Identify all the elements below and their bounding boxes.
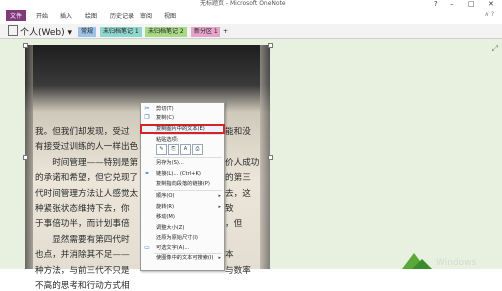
menu-item-label: 还原为原始尺寸(I) xyxy=(156,235,198,241)
menu-item[interactable]: ⚭ 链接(L)... (Ctrl+K) xyxy=(141,170,224,178)
menu-item[interactable]: 移动(M) xyxy=(141,213,224,221)
book-text-line: 的第三 xyxy=(225,173,251,184)
menu-item-label: 调整大小(Z) xyxy=(156,225,185,231)
section-tab-new-1[interactable]: 新分区 1 xyxy=(191,27,221,37)
menu-item-label: 复制(C) xyxy=(156,115,175,121)
menu-item-label: 顺序(O) xyxy=(156,193,175,199)
book-text-line: 能和没 xyxy=(225,127,251,137)
notebook-name: 个人(Web) xyxy=(20,28,65,38)
tab-insert[interactable]: 插入 xyxy=(60,11,72,20)
book-text-line: 不高的思考和行动方式相 xyxy=(35,281,130,291)
book-text-line: ，但 xyxy=(225,219,243,230)
book-text-line: 代时间管理方法让人感觉太 xyxy=(35,188,139,199)
add-section-button[interactable]: + xyxy=(220,27,232,37)
menu-item[interactable]: ✂ 剪切(T) xyxy=(141,105,224,113)
menu-item[interactable]: 还原为原始尺寸(I) xyxy=(141,234,224,242)
help-icon[interactable]: ? xyxy=(434,0,438,8)
menu-item[interactable]: ▭ 可选文字(A)... xyxy=(141,244,224,252)
menu-item[interactable]: 另存为(S)... xyxy=(141,159,224,167)
book-text-line: 时间管理——特别是第 xyxy=(35,157,139,168)
book-text-line: 也点，并消除其不足—— xyxy=(35,250,130,261)
paste-option-icon[interactable]: ⎘ xyxy=(168,144,179,155)
resize-handle[interactable] xyxy=(23,43,28,48)
menu-item-label: 另存为(S)... xyxy=(156,160,184,166)
paste-option-icon[interactable]: ⎙ xyxy=(192,144,203,155)
section-tab-general[interactable]: 常规 xyxy=(78,27,97,37)
ribbon-collapse-icon[interactable]: ∧ ? xyxy=(485,11,494,18)
menu-item[interactable]: 顺序(O) ▸ xyxy=(141,192,224,200)
book-text-line: 与数率 xyxy=(225,265,251,276)
menu-item[interactable]: 旋转(R) ▸ xyxy=(141,203,224,211)
tab-view[interactable]: 视图 xyxy=(164,11,176,20)
book-text-line: 我。但我们却发现，受过 xyxy=(35,127,130,137)
maximize-button[interactable]: □ xyxy=(468,0,475,8)
book-text-line: 的承诺和希望，但它兑现了 xyxy=(35,173,139,184)
section-tab-unfiled-1[interactable]: 未归档笔记 1 xyxy=(100,27,142,37)
copy-icon: ❐ xyxy=(144,114,150,121)
menu-item[interactable]: 调整大小(Z) xyxy=(141,224,224,232)
book-text-line: 本 xyxy=(225,250,234,261)
ribbon-tabs: 文件 开始 插入 绘图 历史记录 审阅 视图 ∧ ? xyxy=(0,8,502,25)
notebook-icon xyxy=(8,25,18,36)
notebook-bar: 个人(Web) ▾ 常规 未归档笔记 1 未归档笔记 2 新分区 1 + xyxy=(0,24,502,39)
title-bar: 无标题页 - Microsoft OneNote ? – □ ✕ xyxy=(0,0,502,8)
watermark-logo: Windows xyxy=(402,253,476,269)
menu-separator xyxy=(154,157,222,158)
page-canvas[interactable]: ⤢ 我。但我们却发现，受过 有接受过训练的人一样出色 时间管理——特别是第 的承诺和… xyxy=(0,39,502,291)
resize-handle[interactable] xyxy=(268,155,273,160)
menu-item[interactable]: 粘贴选项: xyxy=(141,136,224,144)
book-text-line: 致 xyxy=(225,204,234,214)
menu-item-label: 移动(M) xyxy=(156,214,175,220)
book-text-line: 于事倍功半，而计划事倍 xyxy=(35,219,130,230)
link-icon: ⚭ xyxy=(144,170,150,177)
menu-item-label: 可选文字(A)... xyxy=(156,245,190,251)
book-text-line: 去，这 xyxy=(225,188,251,199)
submenu-arrow-icon: ▸ xyxy=(218,193,221,199)
menu-item[interactable]: 使图像中的文本可搜索(I) ▸ xyxy=(141,254,224,262)
menu-item-label: 使图像中的文本可搜索(I) xyxy=(156,255,214,261)
alt-text-icon: ▭ xyxy=(144,244,150,251)
tab-draw[interactable]: 绘图 xyxy=(85,11,97,20)
expand-icon[interactable]: ⤢ xyxy=(492,44,498,54)
tab-review[interactable]: 审阅 xyxy=(140,11,152,20)
notebook-selector[interactable]: 个人(Web) ▾ xyxy=(8,25,72,38)
context-menu: ✂ 剪切(T) ❐ 复制(C) 复制图片中的文本(E) 粘贴选项: ✎ ⎘ A ⎙ 另存为(S)..… xyxy=(140,102,225,271)
close-button[interactable]: ✕ xyxy=(488,0,494,8)
menu-item-label: 旋转(R) xyxy=(156,204,175,210)
paste-options-row[interactable]: ✎ ⎘ A ⎙ xyxy=(141,144,224,155)
menu-item-label: 剪切(T) xyxy=(156,106,174,112)
menu-separator xyxy=(154,190,222,191)
book-text-line: 种方法，与前三代不只是 xyxy=(35,265,130,276)
menu-item[interactable]: 复制图片中的文本(E) xyxy=(140,124,225,134)
book-text-line: 有接受过训练的人一样出色 xyxy=(35,142,139,153)
tab-home[interactable]: 开始 xyxy=(36,11,48,20)
menu-item-label: 链接(L)... (Ctrl+K) xyxy=(156,171,201,177)
submenu-arrow-icon: ▸ xyxy=(218,204,221,210)
minimize-button[interactable]: – xyxy=(450,0,454,8)
menu-item[interactable]: ❐ 复制(C) xyxy=(141,114,224,122)
cut-icon: ✂ xyxy=(144,105,150,112)
menu-item[interactable]: 复制指向段落的链接(P) xyxy=(141,180,224,188)
menu-item-label: 粘贴选项: xyxy=(156,137,179,143)
tab-file[interactable]: 文件 xyxy=(6,10,27,21)
submenu-arrow-icon: ▸ xyxy=(218,255,221,261)
section-tab-unfiled-2[interactable]: 未归档笔记 2 xyxy=(145,27,187,37)
menu-item-label: 复制图片中的文本(E) xyxy=(156,126,205,132)
resize-handle[interactable] xyxy=(268,43,273,48)
book-text-line: 种紧张状态维持下去，你 xyxy=(35,204,130,214)
paste-option-icon[interactable]: A xyxy=(180,144,191,155)
menu-item-label: 复制指向段落的链接(P) xyxy=(156,181,210,187)
tab-history[interactable]: 历史记录 xyxy=(110,11,134,20)
resize-handle[interactable] xyxy=(23,155,28,160)
book-text-line: 显然需要有第四代时 xyxy=(35,234,130,245)
paste-option-icon[interactable]: ✎ xyxy=(156,144,167,155)
menu-separator xyxy=(154,134,222,135)
book-text-line: 价人成功 xyxy=(225,157,260,168)
svg-text:Windows: Windows xyxy=(436,258,476,268)
window-title: 无标题页 - Microsoft OneNote xyxy=(200,0,286,7)
